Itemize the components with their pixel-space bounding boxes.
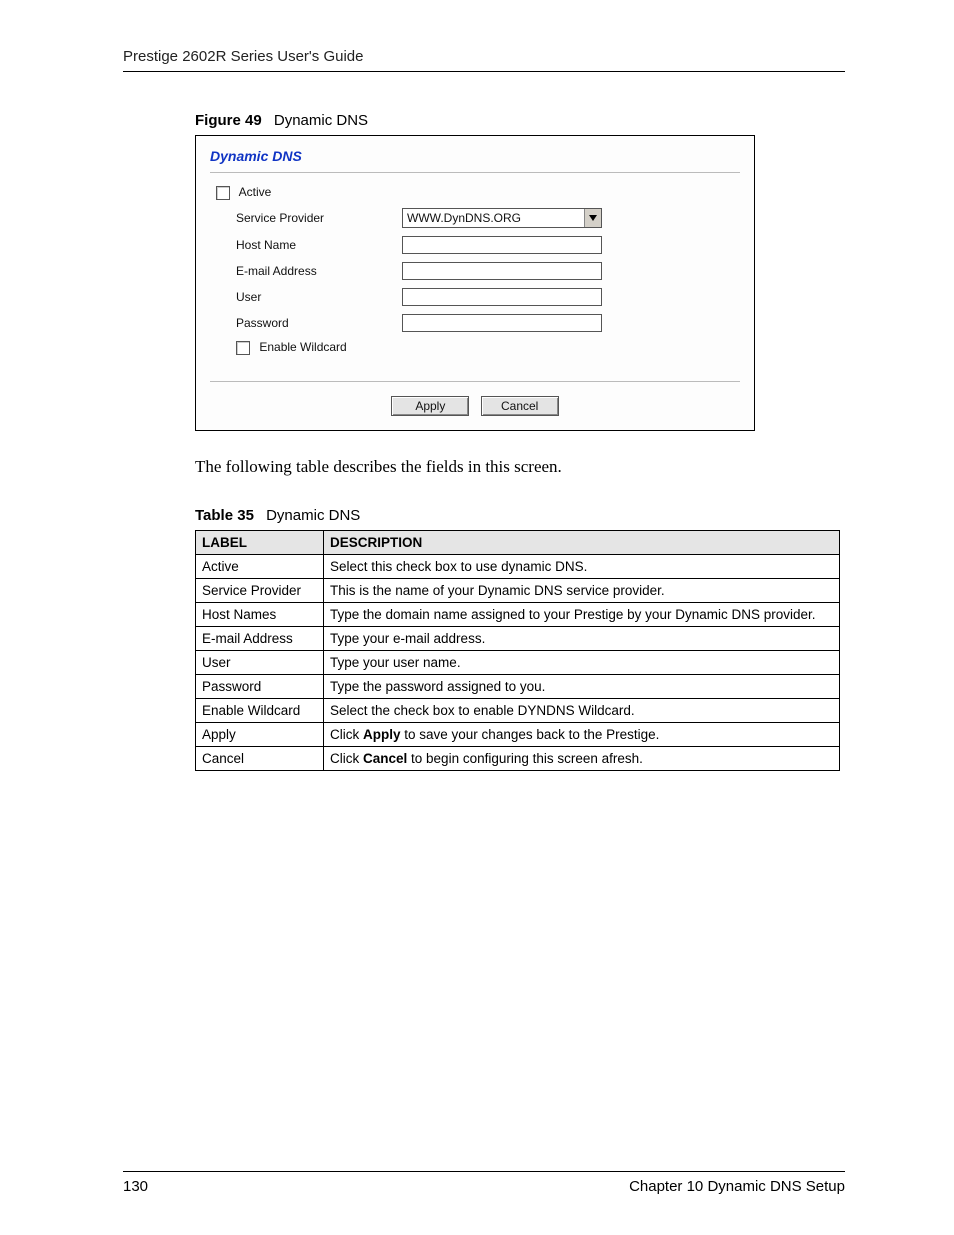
divider	[210, 172, 740, 173]
page-footer: 130 Chapter 10 Dynamic DNS Setup	[123, 1171, 845, 1195]
figure-caption-number: Figure 49	[195, 112, 262, 129]
cancel-button[interactable]: Cancel	[481, 396, 559, 416]
bold-term: Apply	[363, 727, 401, 742]
table-cell-description: Click Cancel to begin configuring this s…	[324, 746, 840, 770]
user-input[interactable]	[402, 288, 602, 306]
table-cell-description: Select the check box to enable DYNDNS Wi…	[324, 698, 840, 722]
table-row: UserType your user name.	[196, 650, 840, 674]
host-name-label: Host Name	[216, 238, 396, 252]
figure-caption-title: Dynamic DNS	[274, 112, 368, 129]
table-cell-label: Apply	[196, 722, 324, 746]
table-row: CancelClick Cancel to begin configuring …	[196, 746, 840, 770]
page-number: 130	[123, 1178, 148, 1195]
enable-wildcard-checkbox[interactable]	[236, 341, 250, 355]
table-cell-description: Type your e-mail address.	[324, 626, 840, 650]
service-provider-select[interactable]: WWW.DynDNS.ORG	[402, 208, 602, 228]
enable-wildcard-label: Enable Wildcard	[259, 340, 346, 354]
table-cell-label: Active	[196, 554, 324, 578]
panel-title: Dynamic DNS	[210, 144, 740, 172]
table-cell-label: E-mail Address	[196, 626, 324, 650]
table-cell-description: Type the domain name assigned to your Pr…	[324, 602, 840, 626]
email-label: E-mail Address	[216, 264, 396, 278]
figure-caption: Figure 49 Dynamic DNS	[195, 112, 845, 129]
table-header-description: DESCRIPTION	[324, 530, 840, 554]
divider	[210, 381, 740, 382]
figure-dynamic-dns-panel: Dynamic DNS Active Service Provider WWW.…	[195, 135, 755, 431]
table-row: ActiveSelect this check box to use dynam…	[196, 554, 840, 578]
table-cell-description: Select this check box to use dynamic DNS…	[324, 554, 840, 578]
table-cell-label: Host Names	[196, 602, 324, 626]
service-provider-value: WWW.DynDNS.ORG	[407, 211, 521, 225]
table-cell-label: User	[196, 650, 324, 674]
table-caption-title: Dynamic DNS	[266, 507, 360, 524]
user-label: User	[216, 290, 396, 304]
active-label: Active	[239, 185, 272, 199]
table-header-row: LABEL DESCRIPTION	[196, 530, 840, 554]
table-caption: Table 35 Dynamic DNS	[195, 507, 845, 524]
description-table: LABEL DESCRIPTION ActiveSelect this chec…	[195, 530, 840, 771]
active-row: Active	[216, 185, 396, 200]
service-provider-label: Service Provider	[216, 211, 396, 225]
body-paragraph: The following table describes the fields…	[195, 457, 845, 477]
bold-term: Cancel	[363, 751, 407, 766]
email-input[interactable]	[402, 262, 602, 280]
table-cell-label: Password	[196, 674, 324, 698]
table-row: Host NamesType the domain name assigned …	[196, 602, 840, 626]
running-head: Prestige 2602R Series User's Guide	[123, 48, 845, 72]
password-label: Password	[216, 316, 396, 330]
table-row: Enable WildcardSelect the check box to e…	[196, 698, 840, 722]
enable-wildcard-row: Enable Wildcard	[216, 340, 396, 355]
password-input[interactable]	[402, 314, 602, 332]
button-row: Apply Cancel	[210, 396, 740, 416]
chapter-title: Chapter 10 Dynamic DNS Setup	[629, 1178, 845, 1195]
host-name-input[interactable]	[402, 236, 602, 254]
apply-button[interactable]: Apply	[391, 396, 469, 416]
table-cell-label: Service Provider	[196, 578, 324, 602]
table-cell-label: Enable Wildcard	[196, 698, 324, 722]
table-row: ApplyClick Apply to save your changes ba…	[196, 722, 840, 746]
table-cell-description: Type your user name.	[324, 650, 840, 674]
table-row: PasswordType the password assigned to yo…	[196, 674, 840, 698]
chevron-down-icon	[584, 209, 601, 227]
table-cell-label: Cancel	[196, 746, 324, 770]
table-cell-description: Type the password assigned to you.	[324, 674, 840, 698]
table-cell-description: This is the name of your Dynamic DNS ser…	[324, 578, 840, 602]
table-cell-description: Click Apply to save your changes back to…	[324, 722, 840, 746]
active-checkbox[interactable]	[216, 186, 230, 200]
table-row: Service ProviderThis is the name of your…	[196, 578, 840, 602]
table-caption-number: Table 35	[195, 507, 254, 524]
table-header-label: LABEL	[196, 530, 324, 554]
table-row: E-mail AddressType your e-mail address.	[196, 626, 840, 650]
